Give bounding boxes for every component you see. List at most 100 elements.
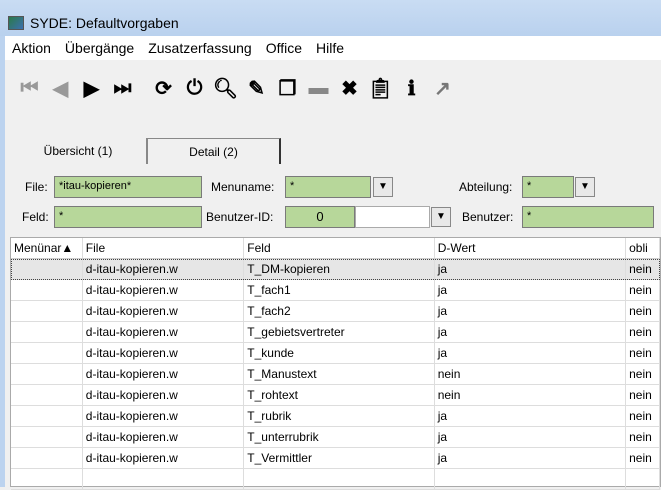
- table-cell: nein: [626, 343, 660, 363]
- column-header-feld[interactable]: Feld: [244, 238, 435, 258]
- benutzer-input[interactable]: *: [522, 206, 654, 228]
- menuname-input[interactable]: *: [285, 176, 371, 198]
- title-bar: SYDE: Defaultvorgaben: [0, 0, 661, 36]
- table-cell: [244, 469, 435, 489]
- table-cell: nein: [435, 385, 627, 405]
- table-cell: d-itau-kopieren.w: [83, 343, 245, 363]
- table-cell: ja: [435, 427, 627, 447]
- table-cell: T_kunde: [244, 343, 435, 363]
- column-header-d-wert[interactable]: D-Wert: [435, 238, 627, 258]
- table-cell: d-itau-kopieren.w: [83, 427, 245, 447]
- table-cell: T_unterrubrik: [244, 427, 435, 447]
- menu-hilfe[interactable]: Hilfe: [309, 40, 351, 56]
- table-row[interactable]: d-itau-kopieren.w T_rubrik ja nein: [11, 406, 660, 427]
- table-cell: d-itau-kopieren.w: [83, 385, 245, 405]
- table-row[interactable]: d-itau-kopieren.w T_gebietsvertreter ja nei…: [11, 322, 660, 343]
- first-record-icon[interactable]: ⏮: [14, 72, 45, 104]
- benutzerid-dropdown-chevron-icon[interactable]: ▼: [431, 207, 451, 227]
- file-label: File:: [25, 180, 48, 194]
- abteilung-label: Abteilung:: [459, 180, 513, 194]
- feld-input[interactable]: *: [54, 206, 202, 228]
- table-cell: nein: [626, 385, 660, 405]
- edit-icon[interactable]: ✎: [241, 72, 272, 104]
- table-cell: [11, 301, 83, 321]
- app-icon: [8, 16, 24, 30]
- table-cell: ja: [435, 322, 627, 342]
- table-cell: ja: [435, 406, 627, 426]
- table-cell: nein: [626, 301, 660, 321]
- abteilung-dropdown-chevron-icon[interactable]: ▼: [575, 177, 595, 197]
- column-header-obli[interactable]: obli: [626, 238, 660, 258]
- table-row[interactable]: d-itau-kopieren.w T_fach1 ja nein: [11, 280, 660, 301]
- export-icon[interactable]: ↗: [427, 72, 458, 104]
- table-cell: [11, 364, 83, 384]
- table-cell: [11, 343, 83, 363]
- table-cell: nein: [435, 364, 627, 384]
- table-header: Menünar▲ File Feld D-Wert obli: [11, 238, 660, 259]
- benutzerid-input[interactable]: 0: [285, 206, 355, 228]
- table-cell: ja: [435, 301, 627, 321]
- menu-uebergaenge[interactable]: Übergänge: [58, 40, 141, 56]
- previous-record-icon[interactable]: ◀: [45, 72, 76, 104]
- table-cell: nein: [626, 280, 660, 300]
- table-cell: T_Manustext: [244, 364, 435, 384]
- table-cell: [435, 469, 627, 489]
- table-cell: T_DM-kopieren: [244, 259, 435, 279]
- window-title: SYDE: Defaultvorgaben: [30, 15, 179, 31]
- table-row[interactable]: d-itau-kopieren.w T_fach2 ja nein: [11, 301, 660, 322]
- clipboard-icon[interactable]: 📋︎: [365, 72, 396, 104]
- table-row[interactable]: d-itau-kopieren.w T_unterrubrik ja nein: [11, 427, 660, 448]
- tab-detail[interactable]: Detail (2): [147, 138, 281, 164]
- benutzerid-name-field[interactable]: [355, 206, 430, 228]
- table-cell: [11, 427, 83, 447]
- table-cell: d-itau-kopieren.w: [83, 364, 245, 384]
- feld-label: Feld:: [22, 210, 49, 224]
- table-cell: T_gebietsvertreter: [244, 322, 435, 342]
- table-cell: [11, 322, 83, 342]
- table-cell: [11, 469, 83, 489]
- stamp-icon[interactable]: ▬: [303, 72, 334, 104]
- column-header-file[interactable]: File: [83, 238, 245, 258]
- table-cell: ja: [435, 448, 627, 468]
- power-icon[interactable]: ⏻: [179, 72, 210, 104]
- table-cell: ja: [435, 343, 627, 363]
- table-row[interactable]: d-itau-kopieren.w T_DM-kopieren ja nein: [11, 259, 660, 280]
- menu-zusatzerfassung[interactable]: Zusatzerfassung: [141, 40, 259, 56]
- next-record-icon[interactable]: ▶: [76, 72, 107, 104]
- search-icon[interactable]: 🔍︎: [210, 72, 241, 104]
- table-cell: ja: [435, 280, 627, 300]
- table-cell: T_Vermittler: [244, 448, 435, 468]
- tab-uebersicht[interactable]: Übersicht (1): [10, 138, 147, 164]
- table-row[interactable]: d-itau-kopieren.w T_Vermittler ja nein: [11, 448, 660, 469]
- file-input[interactable]: *itau-kopieren*: [54, 176, 202, 198]
- table-cell: [11, 259, 83, 279]
- table-cell: T_rubrik: [244, 406, 435, 426]
- tab-bar: Übersicht (1) Detail (2): [10, 138, 281, 164]
- table-row[interactable]: d-itau-kopieren.w T_kunde ja nein: [11, 343, 660, 364]
- table-cell: [11, 406, 83, 426]
- delete-icon[interactable]: ✖: [334, 72, 365, 104]
- table-cell: [83, 469, 245, 489]
- table-cell: [11, 448, 83, 468]
- table-cell: nein: [626, 448, 660, 468]
- table-cell: nein: [626, 322, 660, 342]
- menu-office[interactable]: Office: [259, 40, 309, 56]
- copy-icon[interactable]: ❐: [272, 72, 303, 104]
- table-cell: nein: [626, 406, 660, 426]
- benutzer-label: Benutzer:: [462, 210, 514, 224]
- table-cell: [11, 385, 83, 405]
- table-row[interactable]: d-itau-kopieren.w T_Manustext nein nein: [11, 364, 660, 385]
- last-record-icon[interactable]: ⏭: [107, 72, 138, 104]
- table-cell: ja: [435, 259, 627, 279]
- table-cell: [626, 469, 660, 489]
- menuname-dropdown-chevron-icon[interactable]: ▼: [373, 177, 393, 197]
- table-row[interactable]: d-itau-kopieren.w T_rohtext nein nein: [11, 385, 660, 406]
- table-cell: d-itau-kopieren.w: [83, 280, 245, 300]
- column-header-menuename[interactable]: Menünar▲: [11, 238, 83, 258]
- abteilung-input[interactable]: *: [522, 176, 574, 198]
- refresh-icon[interactable]: ⟳: [148, 72, 179, 104]
- table-cell: [11, 280, 83, 300]
- info-icon[interactable]: ℹ: [396, 72, 427, 104]
- toolbar: ⏮ ◀ ▶ ⏭ ⟳ ⏻ 🔍︎ ✎ ❐ ▬ ✖ 📋︎ ℹ ↗: [14, 72, 458, 104]
- menu-aktion[interactable]: Aktion: [5, 40, 58, 56]
